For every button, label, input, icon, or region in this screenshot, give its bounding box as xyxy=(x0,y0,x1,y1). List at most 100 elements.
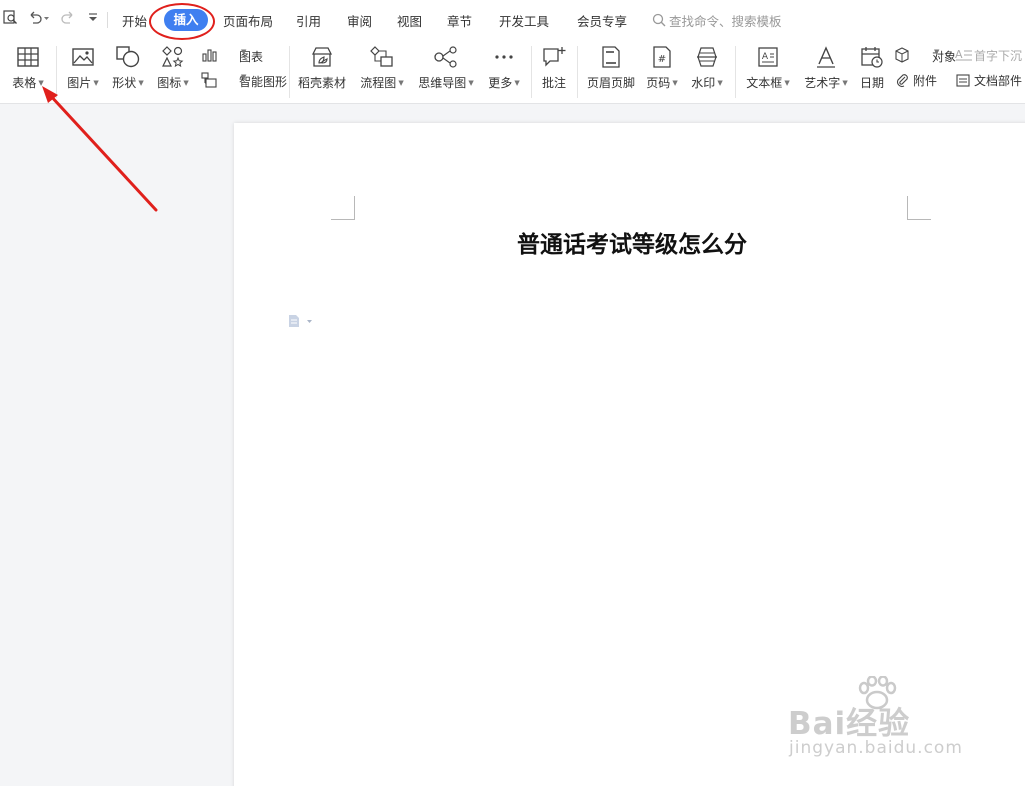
mindmap-icon xyxy=(434,46,457,68)
undo-icon[interactable] xyxy=(28,10,50,25)
flowchart-button[interactable]: 流程图 ▼ xyxy=(356,40,408,104)
document-page[interactable]: 普通话考试等级怎么分 xyxy=(234,123,1025,786)
header-footer-icon xyxy=(602,46,620,68)
document-title[interactable]: 普通话考试等级怎么分 xyxy=(234,225,1025,259)
divider xyxy=(577,46,578,98)
redo-icon[interactable] xyxy=(60,10,75,25)
tab-review[interactable]: 审阅 xyxy=(347,11,372,30)
icon-library-label: 图标 xyxy=(157,76,182,90)
chevron-down-icon: ▼ xyxy=(842,79,848,87)
tab-section[interactable]: 章节 xyxy=(447,11,472,30)
chevron-down-icon: ▼ xyxy=(38,79,44,87)
attachment-button[interactable]: 附件 xyxy=(894,71,946,89)
watermark-label: 水印 xyxy=(691,76,716,90)
tab-home[interactable]: 开始 xyxy=(122,11,147,30)
icon-library-button[interactable]: 图标 ▼ xyxy=(153,40,193,104)
watermark-icon xyxy=(697,47,717,67)
document-parts-button[interactable]: 文档部件 xyxy=(955,71,1025,89)
comment-button[interactable]: 批注 xyxy=(537,40,571,104)
menu-bar: 开始 插入 页面布局 引用 审阅 视图 章节 开发工具 会员专享 查找命令、搜索… xyxy=(0,0,1025,40)
picture-icon xyxy=(72,48,94,66)
paragraph-handle-icon[interactable] xyxy=(288,314,316,331)
tab-insert[interactable]: 插入 xyxy=(164,9,208,31)
object-icon xyxy=(895,47,909,63)
margin-corner-marker xyxy=(907,196,931,220)
bar-chart-icon xyxy=(202,49,217,62)
tab-view[interactable]: 视图 xyxy=(397,11,422,30)
comment-label: 批注 xyxy=(541,76,566,90)
drop-cap-button[interactable]: A 首字下沉 xyxy=(955,46,1025,64)
daoke-materials-icon xyxy=(311,47,333,67)
date-label: 日期 xyxy=(859,76,884,90)
mindmap-label: 思维导图 xyxy=(418,76,467,90)
daoke-materials-button[interactable]: 稻壳素材 xyxy=(295,40,349,104)
daoke-materials-label: 稻壳素材 xyxy=(297,76,346,90)
more-button[interactable]: 更多 ▼ xyxy=(484,40,524,104)
wordart-icon xyxy=(817,46,835,68)
chart-button[interactable]: 图表 ▼ xyxy=(201,46,263,64)
icons-icon xyxy=(162,46,184,68)
chevron-down-icon: ▼ xyxy=(241,73,247,81)
table-icon xyxy=(17,47,39,67)
table-label: 表格 xyxy=(12,76,37,90)
chevron-down-icon: ▼ xyxy=(717,79,723,87)
shape-button[interactable]: 形状 ▼ xyxy=(107,40,149,104)
chevron-down-icon: ▼ xyxy=(784,79,790,87)
watermark-button[interactable]: 水印 ▼ xyxy=(686,40,728,104)
header-footer-label: 页眉页脚 xyxy=(586,76,635,90)
divider xyxy=(531,46,532,98)
chevron-down-icon: ▼ xyxy=(183,79,189,87)
textbox-button[interactable]: A 文本框 ▼ xyxy=(741,40,795,104)
header-footer-button[interactable]: 页眉页脚 xyxy=(583,40,639,104)
command-search[interactable]: 查找命令、搜索模板 xyxy=(652,11,782,30)
smart-shape-icon xyxy=(201,72,217,88)
divider xyxy=(56,46,57,98)
date-button[interactable]: 日期 xyxy=(856,40,888,104)
comment-icon xyxy=(543,47,566,67)
picture-label: 图片 xyxy=(67,76,92,90)
smart-shape-button[interactable]: 智能图形 ▼ xyxy=(201,71,287,89)
flowchart-icon xyxy=(370,46,393,67)
tab-page-layout[interactable]: 页面布局 xyxy=(223,11,273,30)
flowchart-label: 流程图 xyxy=(360,76,397,90)
document-parts-label: 文档部件 xyxy=(974,74,1023,88)
mindmap-button[interactable]: 思维导图 ▼ xyxy=(415,40,477,104)
textbox-icon: A xyxy=(758,47,778,67)
paperclip-icon xyxy=(897,74,908,87)
shape-label: 形状 xyxy=(112,76,137,90)
customize-toolbar-icon[interactable] xyxy=(87,10,99,25)
search-placeholder: 查找命令、搜索模板 xyxy=(669,14,782,29)
chevron-down-icon: ▼ xyxy=(138,79,144,87)
svg-text:A: A xyxy=(955,48,963,61)
object-button[interactable]: 对象 ▼ xyxy=(894,46,956,64)
svg-text:#: # xyxy=(658,54,666,65)
drop-cap-label: 首字下沉 xyxy=(974,49,1023,63)
more-dots-icon xyxy=(495,55,513,59)
textbox-label: 文本框 xyxy=(746,76,783,90)
search-icon xyxy=(652,13,666,27)
chevron-down-icon: ▼ xyxy=(468,79,474,87)
chevron-down-icon: ▼ xyxy=(934,48,940,56)
tab-member[interactable]: 会员专享 xyxy=(577,11,627,30)
drop-cap-icon: A xyxy=(955,48,972,61)
page-number-button[interactable]: # 页码 ▼ xyxy=(642,40,682,104)
divider xyxy=(289,46,290,98)
wordart-button[interactable]: 艺术字 ▼ xyxy=(799,40,853,104)
more-label: 更多 xyxy=(488,76,513,90)
chevron-down-icon: ▼ xyxy=(672,79,678,87)
tab-references[interactable]: 引用 xyxy=(296,11,321,30)
tab-developer[interactable]: 开发工具 xyxy=(499,11,549,30)
table-button[interactable]: 表格 ▼ xyxy=(6,40,50,104)
attachment-label: 附件 xyxy=(913,74,938,88)
calendar-icon xyxy=(861,47,883,68)
picture-button[interactable]: 图片 ▼ xyxy=(62,40,104,104)
print-preview-icon[interactable] xyxy=(3,10,18,25)
insert-ribbon: 表格 ▼ 图片 ▼ 形状 ▼ 图标 ▼ 图表 ▼ 智能图形 ▼ 稻壳素材 流程图 ▼ 思维导图… xyxy=(0,40,1025,104)
chevron-down-icon: ▼ xyxy=(398,79,404,87)
margin-corner-marker xyxy=(331,196,355,220)
wordart-label: 艺术字 xyxy=(804,76,841,90)
divider xyxy=(735,46,736,98)
chevron-down-icon: ▼ xyxy=(514,79,520,87)
svg-text:A: A xyxy=(762,52,769,62)
divider xyxy=(107,12,108,28)
